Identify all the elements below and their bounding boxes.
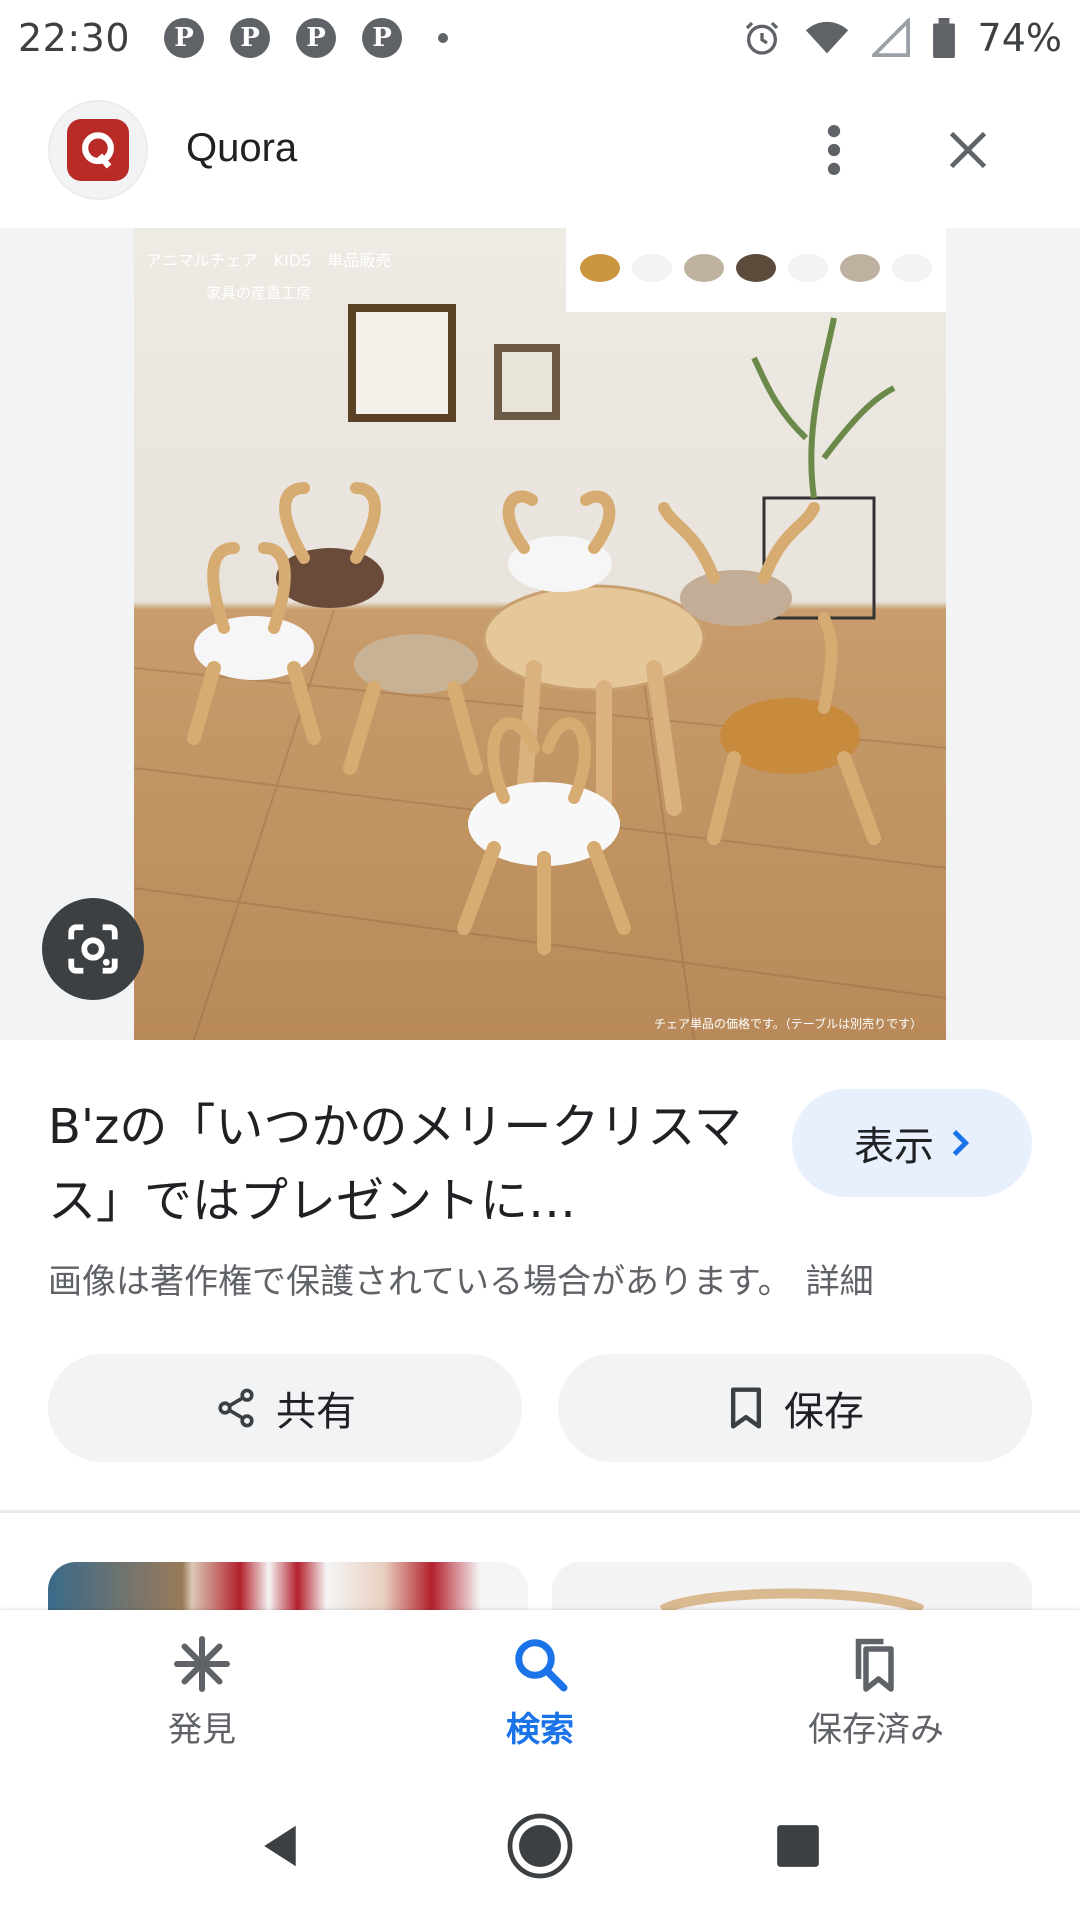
status-bar: 22:30 P P P P 74% [0, 0, 1080, 76]
bookmarks-icon [855, 1638, 894, 1692]
alarm-icon [745, 21, 778, 55]
status-time: 22:30 [18, 16, 131, 60]
site-name[interactable]: Quora [186, 126, 297, 171]
signal-icon [871, 18, 910, 57]
nav-discover-label: 発見 [168, 1710, 236, 1750]
close-icon [949, 131, 987, 169]
photo-caption-bottom: チェア単品の価格です。（テーブルは別売りです） [654, 1016, 922, 1031]
view-button[interactable]: 表示 [792, 1089, 1032, 1197]
asterisk-icon [174, 1636, 230, 1692]
copyright-text: 画像は著作権で保護されている場合があります。 [48, 1262, 792, 1302]
wifi-icon [805, 21, 848, 54]
details-link[interactable]: 詳細 [806, 1262, 874, 1302]
photo-caption-1: アニマルチェア KIDS 単品販売 [146, 251, 391, 270]
more-vert-icon [827, 124, 841, 176]
result-title[interactable]: B'zの「いつかのメリークリスマス」ではプレゼントに… [48, 1090, 768, 1238]
battery-percent: 74% [977, 16, 1062, 60]
source-header: Quora [0, 100, 1080, 200]
home-button[interactable] [500, 1806, 580, 1886]
chevron-right-icon [952, 1130, 970, 1156]
pinterest-icon: P [230, 18, 271, 58]
lens-icon [68, 924, 118, 974]
system-navigation-bar [0, 1776, 1080, 1920]
recents-square-icon [777, 1825, 819, 1867]
back-button[interactable] [240, 1806, 320, 1886]
bottom-navigation: 発見 検索 保存済み [0, 1610, 1080, 1776]
home-circle-icon [507, 1813, 573, 1879]
nav-discover[interactable]: 発見 [82, 1634, 322, 1751]
quora-logo-icon [67, 119, 129, 181]
photo-caption-2: 家具の産直工房 [206, 284, 311, 302]
search-icon [515, 1639, 568, 1692]
back-triangle-icon [264, 1825, 296, 1867]
more-options-button[interactable] [800, 116, 868, 184]
share-label: 共有 [276, 1389, 356, 1435]
quora-logo[interactable] [48, 100, 148, 200]
share-icon [218, 1388, 254, 1428]
animal-chairs-photo[interactable]: アニマルチェア KIDS 単品販売 家具の産直工房 チェア単品の価格です。（テー… [134, 228, 946, 1040]
more-notifications-dot [438, 33, 449, 43]
nav-search[interactable]: 検索 [420, 1634, 660, 1751]
pinterest-icon: P [296, 18, 337, 58]
battery-icon [932, 18, 955, 58]
photo-illustration: アニマルチェア KIDS 単品販売 家具の産直工房 チェア単品の価格です。（テー… [134, 228, 946, 1040]
save-label: 保存 [784, 1389, 864, 1435]
copyright-notice: 画像は著作権で保護されている場合があります。 詳細 [48, 1254, 874, 1303]
image-preview[interactable]: アニマルチェア KIDS 単品販売 家具の産直工房 チェア単品の価格です。（テー… [0, 228, 1080, 1040]
nav-saved[interactable]: 保存済み [756, 1634, 996, 1751]
close-button[interactable] [934, 116, 1002, 184]
bookmark-icon [730, 1387, 762, 1429]
pinterest-icon: P [164, 18, 205, 58]
pinterest-icon: P [362, 18, 403, 58]
related-image-thumbnail[interactable] [48, 1562, 528, 1610]
related-image-thumbnail[interactable] [552, 1562, 1032, 1610]
view-button-label: 表示 [854, 1124, 934, 1170]
nav-saved-label: 保存済み [808, 1710, 944, 1750]
recents-button[interactable] [758, 1806, 838, 1886]
google-lens-button[interactable] [42, 898, 144, 1000]
chair-thumbnail-illustration [659, 1588, 925, 1610]
status-right: 74% [742, 16, 1062, 60]
nav-search-label: 検索 [506, 1710, 574, 1750]
share-button[interactable]: 共有 [48, 1354, 522, 1462]
section-divider [0, 1510, 1080, 1513]
save-button[interactable]: 保存 [558, 1354, 1032, 1462]
